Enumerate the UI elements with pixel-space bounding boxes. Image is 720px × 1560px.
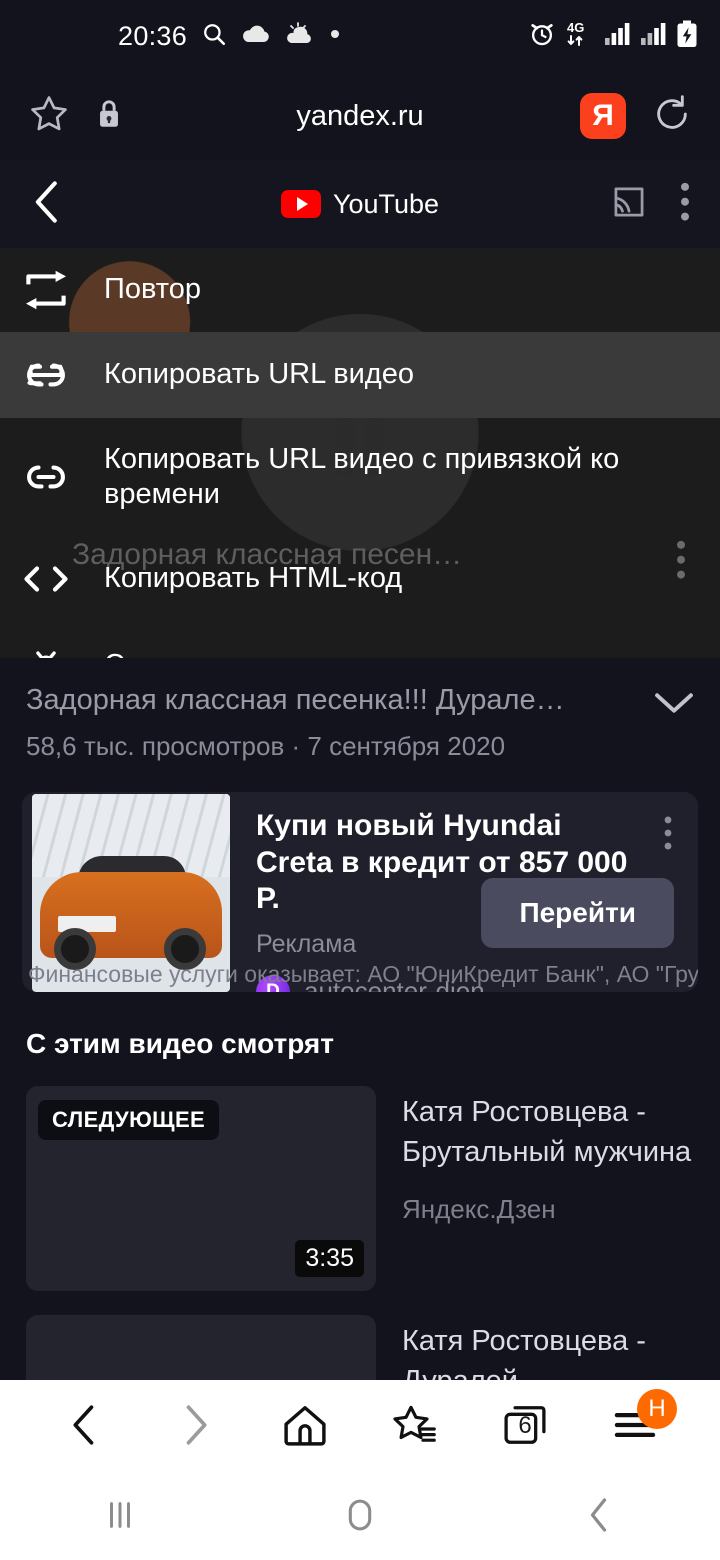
reload-icon[interactable]: [652, 94, 692, 139]
yandex-logo[interactable]: Я: [580, 93, 626, 139]
browser-url-bar[interactable]: yandex.ru Я: [0, 72, 720, 160]
youtube-brand-label: YouTube: [333, 189, 439, 220]
link-icon: [18, 464, 74, 490]
cast-icon[interactable]: [612, 185, 646, 224]
battery-charging-icon: [676, 20, 698, 53]
nav-tabs-button[interactable]: 6: [485, 1385, 565, 1465]
menu-item-copy-debug-data[interactable]: Скопировать данные для отладки: [0, 622, 720, 658]
video-info-block: Задорная классная песенка!!! Дурале… 58,…: [0, 658, 720, 770]
4g-icon: 4G: [565, 19, 595, 54]
menu-item-copy-video-url-timed[interactable]: Копировать URL видео с привязкой ко врем…: [0, 418, 720, 536]
menu-item-label: Копировать URL видео: [104, 357, 414, 392]
lock-icon[interactable]: [96, 98, 122, 135]
ad-disclaimer: Финансовые услуги оказывает: АО "ЮниКред…: [22, 956, 698, 992]
menu-item-copy-html[interactable]: Копировать HTML-код: [0, 536, 720, 622]
nav-bookmarks-button[interactable]: [375, 1385, 455, 1465]
profile-badge: Н: [637, 1389, 677, 1429]
signal2-icon: [640, 22, 667, 51]
recommendation-title: Катя Ростовцева - Брутальный мужчина: [402, 1092, 694, 1172]
url-bar-right: Я: [580, 93, 692, 139]
bug-icon: [18, 645, 74, 658]
ad-card[interactable]: Купи новый Hyundai Creta в кредит от 857…: [22, 792, 698, 992]
android-system-nav: [0, 1470, 720, 1560]
status-bar-left: 20:36: [0, 21, 341, 52]
page-back-button[interactable]: [30, 180, 66, 229]
status-bar: 20:36 4G: [0, 0, 720, 72]
cloud-icon: [241, 23, 271, 50]
video-meta: 58,6 тыс. просмотров · 7 сентября 2020: [26, 731, 694, 762]
recommendation-meta: Катя Ростовцева - Брутальный мужчина Янд…: [402, 1086, 694, 1291]
tab-count: 6: [485, 1385, 565, 1465]
signal-icon: [604, 22, 631, 51]
browser-bottom-nav: 6 Н: [0, 1380, 720, 1470]
recommendation-source: Яндекс.Дзен: [402, 1194, 694, 1225]
list-item[interactable]: СЛЕДУЮЩЕЕ 3:35 Катя Ростовцева - Бруталь…: [26, 1086, 694, 1291]
ad-cta-button[interactable]: Перейти: [481, 878, 674, 948]
status-bar-right: 4G: [528, 19, 698, 54]
recommendation-thumbnail[interactable]: СЛЕДУЮЩЕЕ 3:35: [26, 1086, 376, 1291]
nav-home-button[interactable]: [265, 1385, 345, 1465]
search-icon: [201, 21, 227, 52]
video-player[interactable]: Задорная классная песен… 0:00 Повтор Коп…: [0, 248, 720, 658]
menu-item-label: Скопировать данные для отладки: [104, 648, 560, 658]
nav-back-button[interactable]: [45, 1385, 125, 1465]
player-context-menu: Повтор Копировать URL видео Копировать U…: [0, 248, 720, 658]
recommendations-heading: С этим видео смотрят: [26, 1028, 694, 1060]
ad-kebab-menu-icon[interactable]: [664, 816, 672, 855]
android-back-icon[interactable]: [555, 1485, 645, 1545]
menu-item-label: Копировать HTML-код: [104, 561, 402, 596]
svg-text:4G: 4G: [567, 20, 584, 35]
code-icon: [18, 564, 74, 594]
url-bar-left: [28, 93, 122, 140]
dot-icon: [329, 27, 341, 45]
kebab-menu-icon[interactable]: [680, 182, 690, 227]
repeat-icon: [18, 270, 74, 310]
status-time: 20:36: [118, 21, 187, 52]
youtube-header-actions: [612, 182, 690, 227]
video-info-row[interactable]: Задорная классная песенка!!! Дурале…: [26, 684, 694, 721]
chevron-down-icon[interactable]: [654, 690, 694, 721]
home-circle-icon[interactable]: [315, 1485, 405, 1545]
weather-icon: [285, 22, 315, 51]
duration-badge: 3:35: [295, 1240, 364, 1277]
youtube-header: YouTube: [0, 160, 720, 248]
menu-item-copy-video-url[interactable]: Копировать URL видео: [0, 332, 720, 418]
menu-item-label: Копировать URL видео с привязкой ко врем…: [104, 442, 690, 513]
recents-icon[interactable]: [75, 1485, 165, 1545]
star-icon[interactable]: [28, 93, 70, 140]
video-title: Задорная классная песенка!!! Дурале…: [26, 684, 638, 717]
nav-menu-button[interactable]: Н: [595, 1385, 675, 1465]
next-badge: СЛЕДУЮЩЕЕ: [38, 1100, 219, 1140]
link-icon: [18, 362, 74, 388]
youtube-play-icon: [281, 190, 321, 218]
menu-item-repeat[interactable]: Повтор: [0, 248, 720, 332]
alarm-icon: [528, 20, 556, 53]
menu-item-label: Повтор: [104, 272, 201, 307]
nav-forward-button[interactable]: [155, 1385, 235, 1465]
